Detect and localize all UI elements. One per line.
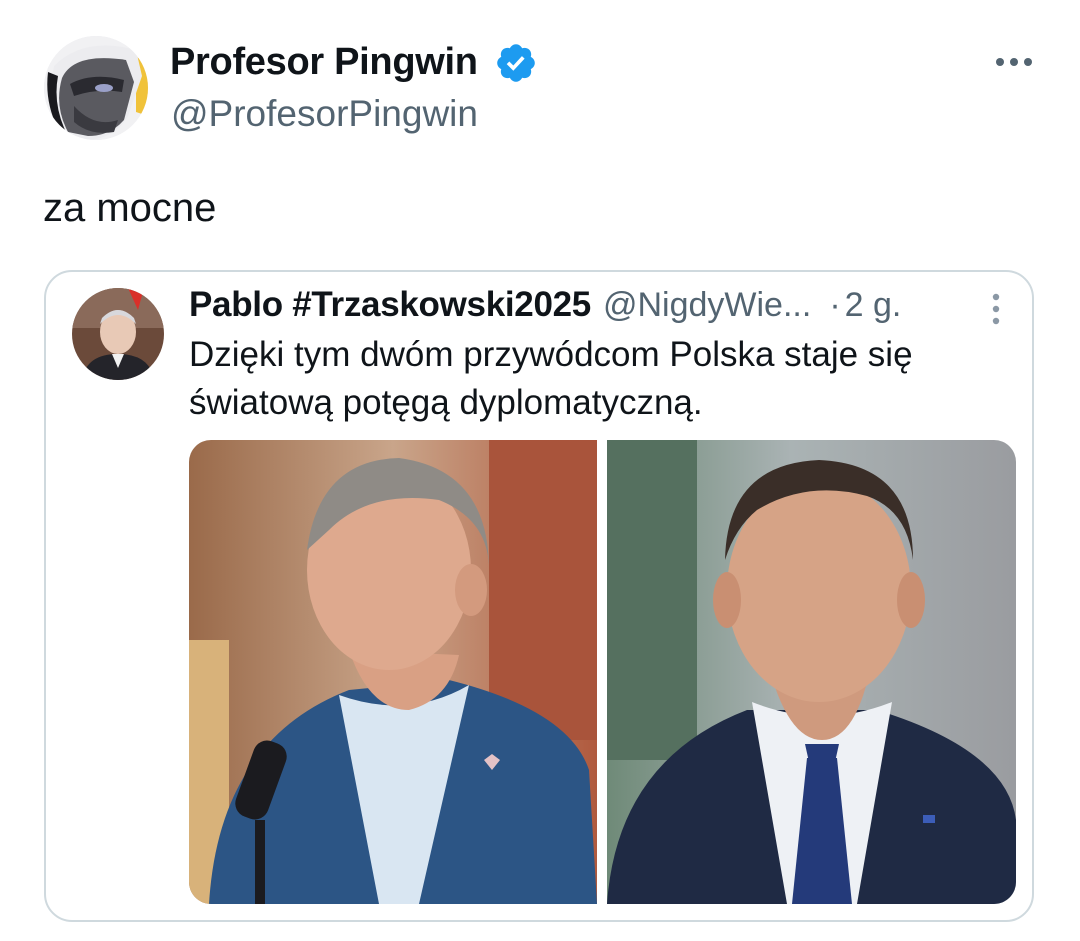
author-display-name[interactable]: Profesor Pingwin: [170, 40, 478, 84]
quoted-tweet-text: Dzięki tym dwóm przywódcom Polska staje …: [189, 331, 1009, 427]
quoted-media-photo-left[interactable]: [189, 440, 597, 904]
quoted-more-options-icon[interactable]: [990, 292, 1002, 326]
photo-left-image: [189, 440, 597, 904]
author-avatar-illustration: [44, 36, 148, 140]
quoted-author-display-name[interactable]: Pablo #Trzaskowski2025: [189, 283, 591, 327]
photo-right-image: [607, 440, 1016, 904]
quoted-tweet-header: Pablo #Trzaskowski2025 @NigdyWie... · 2 …: [189, 283, 901, 327]
quoted-tweet-text-line: światową potęgą dyplomatyczną.: [189, 383, 703, 422]
author-handle[interactable]: @ProfesorPingwin: [171, 92, 478, 136]
verified-badge-icon: [497, 44, 535, 82]
tweet-text: za mocne: [43, 186, 217, 230]
author-avatar[interactable]: [44, 36, 148, 140]
quoted-author-handle[interactable]: @NigdyWie...: [603, 283, 811, 327]
more-options-icon[interactable]: [994, 56, 1034, 68]
quoted-media-photo-right[interactable]: [607, 440, 1016, 904]
header-separator: ·: [829, 286, 841, 324]
quoted-tweet-timestamp[interactable]: 2 g.: [845, 283, 902, 327]
quoted-tweet-text-line: Dzięki tym dwóm przywódcom Polska staje …: [189, 335, 913, 374]
quoted-author-avatar-photo: [72, 288, 164, 380]
quoted-author-avatar[interactable]: [72, 288, 164, 380]
